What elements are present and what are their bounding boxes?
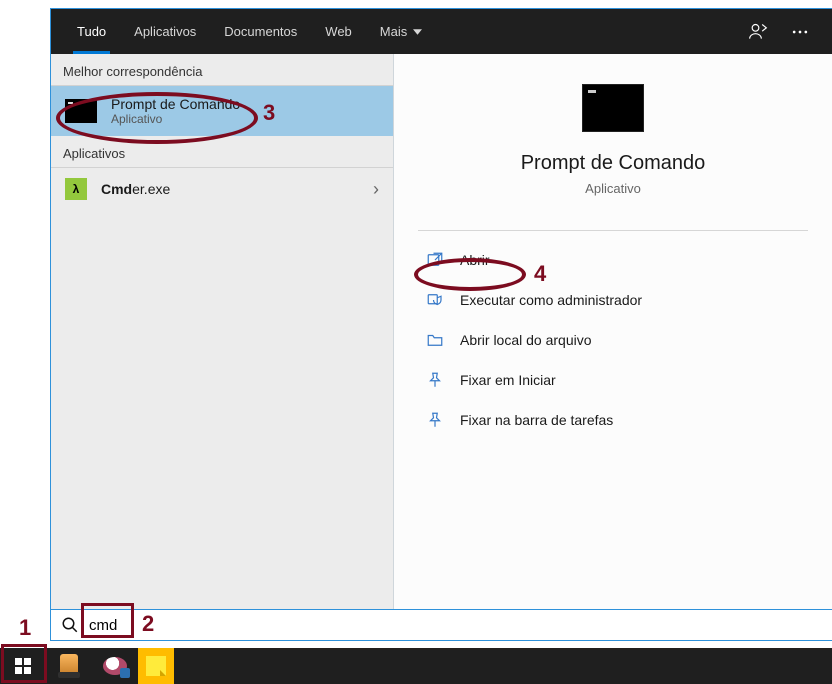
preview-app-icon bbox=[582, 84, 644, 132]
tab-documents-label: Documentos bbox=[224, 24, 297, 39]
windows-logo-icon bbox=[15, 658, 31, 674]
tab-all[interactable]: Tudo bbox=[63, 9, 120, 54]
search-row bbox=[51, 609, 832, 640]
search-panel: Tudo Aplicativos Documentos Web Mais bbox=[51, 9, 832, 640]
result-cmder-label: Cmder.exe bbox=[101, 181, 170, 197]
command-prompt-icon bbox=[65, 99, 97, 123]
section-apps-label: Aplicativos bbox=[51, 136, 393, 167]
tab-more-label: Mais bbox=[380, 24, 407, 39]
action-pin-start[interactable]: Fixar em Iniciar bbox=[418, 365, 808, 395]
result-subtitle: Aplicativo bbox=[111, 112, 240, 126]
action-run-admin[interactable]: Executar como administrador bbox=[418, 285, 808, 315]
tab-documents[interactable]: Documentos bbox=[210, 9, 311, 54]
pin-taskbar-icon bbox=[426, 411, 444, 429]
action-run-admin-label: Executar como administrador bbox=[460, 292, 642, 308]
panel-body: Melhor correspondência Prompt de Comando… bbox=[51, 54, 832, 609]
search-tabs: Tudo Aplicativos Documentos Web Mais bbox=[51, 9, 832, 54]
action-pin-start-label: Fixar em Iniciar bbox=[460, 372, 556, 388]
folder-location-icon bbox=[426, 331, 444, 349]
shield-admin-icon bbox=[426, 291, 444, 309]
tab-all-label: Tudo bbox=[77, 24, 106, 39]
chevron-right-icon: › bbox=[373, 179, 379, 200]
taskbar-sticky-notes[interactable] bbox=[138, 648, 174, 684]
action-open-location-label: Abrir local do arquivo bbox=[460, 332, 592, 348]
feedback-icon[interactable] bbox=[748, 22, 768, 42]
result-title: Prompt de Comando bbox=[111, 96, 240, 112]
tab-web[interactable]: Web bbox=[311, 9, 366, 54]
chevron-down-icon bbox=[413, 29, 422, 35]
open-icon bbox=[426, 251, 444, 269]
cmder-icon: λ bbox=[65, 178, 87, 200]
result-cmder[interactable]: λ Cmder.exe › bbox=[51, 168, 393, 210]
results-column: Melhor correspondência Prompt de Comando… bbox=[51, 54, 394, 609]
taskbar-cortana[interactable] bbox=[46, 648, 92, 684]
action-open[interactable]: Abrir bbox=[418, 245, 808, 275]
action-open-location[interactable]: Abrir local do arquivo bbox=[418, 325, 808, 355]
taskbar bbox=[0, 648, 832, 684]
snip-sketch-icon bbox=[103, 657, 127, 675]
preview-title: Prompt de Comando bbox=[521, 152, 706, 175]
more-options-icon[interactable] bbox=[790, 22, 810, 42]
tab-apps[interactable]: Aplicativos bbox=[120, 9, 210, 54]
preview-subtitle: Aplicativo bbox=[585, 181, 641, 196]
section-best-match-label: Melhor correspondência bbox=[51, 54, 393, 85]
start-button[interactable] bbox=[0, 648, 46, 684]
annotation-number-1: 1 bbox=[19, 615, 31, 641]
preview-actions: Abrir Executar como administrador Abrir … bbox=[394, 231, 832, 449]
search-icon bbox=[61, 616, 79, 634]
preview-column: Prompt de Comando Aplicativo Abrir bbox=[394, 54, 832, 609]
result-prompt-de-comando[interactable]: Prompt de Comando Aplicativo bbox=[51, 86, 393, 136]
tab-web-label: Web bbox=[325, 24, 352, 39]
action-open-label: Abrir bbox=[460, 252, 490, 268]
action-pin-taskbar-label: Fixar na barra de tarefas bbox=[460, 412, 613, 428]
action-pin-taskbar[interactable]: Fixar na barra de tarefas bbox=[418, 405, 808, 435]
taskbar-snip[interactable] bbox=[92, 648, 138, 684]
search-input[interactable] bbox=[89, 617, 822, 634]
pin-start-icon bbox=[426, 371, 444, 389]
tab-apps-label: Aplicativos bbox=[134, 24, 196, 39]
sticky-notes-icon bbox=[146, 656, 166, 676]
microphone-icon bbox=[60, 654, 78, 678]
tab-more[interactable]: Mais bbox=[366, 9, 436, 54]
